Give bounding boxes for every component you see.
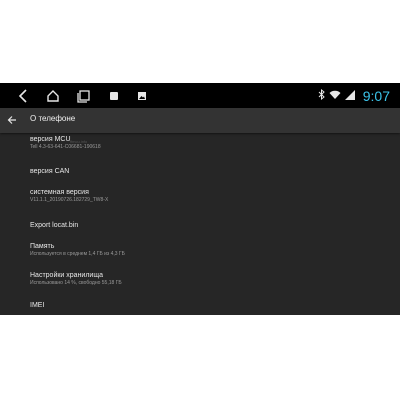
list-item-system-version[interactable]: системная версия V11.1.1_20190726.182729…	[30, 188, 370, 204]
status-bar: 9:07	[0, 83, 400, 108]
item-title: системная версия	[30, 189, 89, 196]
item-title: версия MCU	[30, 136, 71, 143]
list-item-storage-settings[interactable]: Настройки хранилища Использовано 14 %, с…	[30, 271, 370, 287]
recent-apps-icon[interactable]	[75, 87, 93, 105]
page-title: О телефоне	[30, 114, 76, 123]
back-icon[interactable]	[14, 87, 32, 105]
signal-icon	[344, 87, 355, 105]
item-subtitle: Tell 4.3-63-641-C06681-190618	[30, 144, 101, 150]
bluetooth-icon	[318, 87, 325, 105]
app-bar: О телефоне	[0, 108, 400, 133]
back-arrow-icon[interactable]	[5, 112, 19, 128]
item-title: Export locat.bin	[30, 222, 79, 229]
list-item-imei[interactable]: IMEI	[30, 301, 370, 310]
home-icon[interactable]	[44, 87, 62, 105]
list-item-mcu-version[interactable]: версия MCU Tell 4.3-63-641-C06681-190618	[30, 135, 370, 151]
wifi-icon	[329, 87, 341, 105]
list-item-export-locat[interactable]: Export locat.bin	[30, 221, 370, 230]
device-screen: 9:07 О телефоне ffmcu.info версия MCU Te…	[0, 83, 400, 315]
list-item-memory[interactable]: Память Используется в среднем 1,4 ГБ из …	[30, 242, 370, 258]
gallery-icon[interactable]	[133, 87, 151, 105]
item-subtitle: V11.1.1_20190726.182729_TW8-X	[30, 197, 109, 203]
status-icons: 9:07	[318, 83, 390, 108]
item-title: Память	[30, 243, 55, 250]
screenshot-icon[interactable]	[105, 87, 123, 105]
item-title: Настройки хранилища	[30, 272, 103, 279]
item-title: версия CAN	[30, 168, 70, 175]
item-subtitle: Используется в среднем 1,4 ГБ из 4,3 ГБ	[30, 251, 125, 257]
clock: 9:07	[362, 87, 390, 104]
item-subtitle: Использовано 14 %, свободно 55,18 ГБ	[30, 280, 122, 286]
list-item-can-version[interactable]: версия CAN	[30, 167, 370, 176]
item-title: IMEI	[30, 302, 45, 309]
